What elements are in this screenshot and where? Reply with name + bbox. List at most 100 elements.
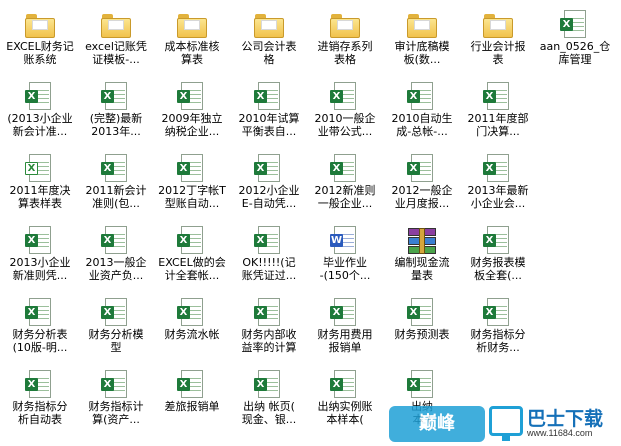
watermark: 巅峰 巴士下载 www.11684.com [381,400,621,446]
file-item[interactable]: X 财务指标分 析自动表 [2,364,78,434]
file-item[interactable]: X 财务指标分 析财务... [460,292,536,362]
folder-icon [254,10,284,40]
folder-icon [483,10,513,40]
file-item[interactable]: X 2010一般企 业带公式... [307,76,383,146]
excel-file-icon: X [560,10,590,40]
folder-icon [25,10,55,40]
file-item[interactable]: X EXCEL做的会 计全套帐... [154,220,230,290]
file-item[interactable]: Xaan_0526_仓 库管理 [537,4,613,74]
file-label: 财务分析表 (10版-明... [12,328,68,354]
file-item[interactable]: X 财务预测表 [384,292,460,362]
file-item[interactable]: X 2011新会计 准则(包... [78,148,154,218]
file-item[interactable]: X 2010自动生 成-总帐-... [384,76,460,146]
file-label: aan_0526_仓 库管理 [539,40,611,66]
file-item[interactable]: X 出纳实例账 本样本( [307,364,383,434]
folder-item[interactable]: 行业会计报 表 [460,4,536,74]
folder-icon [101,10,131,40]
folder-item[interactable]: EXCEL财务记 账系统 [2,4,78,74]
folder-icon [330,10,360,40]
file-label: 财务指标分 析自动表 [12,400,68,426]
excel-file-icon: X [483,154,513,184]
file-item[interactable]: X 财务指标计 算(资产... [78,364,154,434]
file-label: 行业会计报 表 [470,40,526,66]
monitor-icon [489,406,523,441]
watermark-title: 巴士下载 [527,408,604,430]
file-item[interactable]: X (完整)最新 2013年... [78,76,154,146]
file-item[interactable]: X 财务分析表 (10版-明... [2,292,78,362]
file-label: OK!!!!!(记 账凭证过... [241,256,297,282]
file-item[interactable]: X 2013一般企 业资产负... [78,220,154,290]
file-item[interactable]: X 2010年试算 平衡表自... [231,76,307,146]
file-item[interactable]: X 2012新准则 一般企业... [307,148,383,218]
file-item[interactable]: X 财务流水帐 [154,292,230,362]
file-label: 财务报表模 板全套(... [470,256,526,282]
folder-item[interactable]: 审计底稿模 板(数... [384,4,460,74]
file-item[interactable]: X 2011年度部 门决算... [460,76,536,146]
excel-file-icon: X [483,82,513,112]
file-item[interactable]: X 财务报表模 板全套(... [460,220,536,290]
file-item[interactable]: X 财务内部收 益率的计算 [231,292,307,362]
file-item[interactable]: X 2009年独立 纳税企业... [154,76,230,146]
excel-file-icon: X [330,154,360,184]
file-item[interactable]: X 2012一般企 业月度报... [384,148,460,218]
file-label: 财务用费用 报销单 [317,328,373,354]
file-label: 出纳 帐页( 现金、银... [241,400,297,426]
file-label: 财务分析模 型 [88,328,144,354]
file-label: 2012新准则 一般企业... [314,184,376,210]
file-label: 2010一般企 业带公式... [314,112,376,138]
excel-file-icon: X [254,298,284,328]
file-label: 毕业作业 -(150个... [319,256,371,282]
file-label: 财务预测表 [394,328,450,341]
file-item[interactable]: X 2012小企业 E-自动凭... [231,148,307,218]
excel-file-icon: X [25,154,55,184]
file-label: 2013小企业 新准则凭... [9,256,71,282]
file-label: 财务指标分 析财务... [470,328,526,354]
file-item[interactable]: X OK!!!!!(记 账凭证过... [231,220,307,290]
file-label: 2012小企业 E-自动凭... [238,184,300,210]
excel-file-icon: X [177,226,207,256]
excel-file-icon: X [407,154,437,184]
file-label: 财务流水帐 [164,328,220,341]
file-label: 2009年独立 纳税企业... [161,112,223,138]
folder-item[interactable]: excel记账凭 证模板-... [78,4,154,74]
folder-item[interactable]: 公司会计表 格 [231,4,307,74]
file-label: 编制现金流 量表 [394,256,450,282]
file-item[interactable]: X 财务分析模 型 [78,292,154,362]
excel-file-icon: X [25,298,55,328]
file-item[interactable]: X (2013小企业 新会计准... [2,76,78,146]
excel-file-icon: X [101,370,131,400]
file-label: 2010自动生 成-总帐-... [391,112,453,138]
file-item[interactable]: W 毕业作业 -(150个... [307,220,383,290]
file-label: (2013小企业 新会计准... [7,112,73,138]
file-item[interactable]: X 出纳 帐页( 现金、银... [231,364,307,434]
file-item[interactable]: X 2011年度决 算表样表 [2,148,78,218]
file-label: 进销存系列 表格 [317,40,373,66]
folder-item[interactable]: 进销存系列 表格 [307,4,383,74]
file-item[interactable]: X 2013年最新 小企业会... [460,148,536,218]
file-item[interactable]: X 2012丁字帐T 型账自动... [154,148,230,218]
file-label: EXCEL财务记 账系统 [6,40,74,66]
file-label: 2011年度决 算表样表 [9,184,71,210]
file-label: excel记账凭 证模板-... [85,40,147,66]
file-item[interactable]: X 财务用费用 报销单 [307,292,383,362]
folder-item[interactable]: 成本标准核 算表 [154,4,230,74]
excel-file-icon: X [101,82,131,112]
excel-file-icon: X [25,370,55,400]
file-item[interactable]: 编制现金流 量表 [384,220,460,290]
file-label: 成本标准核 算表 [164,40,220,66]
file-item[interactable]: X 2013小企业 新准则凭... [2,220,78,290]
file-label: 2011年度部 门决算... [467,112,529,138]
watermark-logo: 巅峰 [389,406,485,442]
file-label: 2013年最新 小企业会... [467,184,529,210]
excel-file-icon: X [177,370,207,400]
excel-file-icon: X [254,370,284,400]
excel-file-icon: X [25,82,55,112]
file-item[interactable]: X 差旅报销单 [154,364,230,434]
excel-file-icon: X [483,298,513,328]
excel-file-icon: X [101,298,131,328]
excel-file-icon: X [407,370,437,400]
excel-file-icon: X [254,82,284,112]
file-label: EXCEL做的会 计全套帐... [158,256,226,282]
file-label: 财务指标计 算(资产... [88,400,144,426]
file-label: 2012一般企 业月度报... [391,184,453,210]
